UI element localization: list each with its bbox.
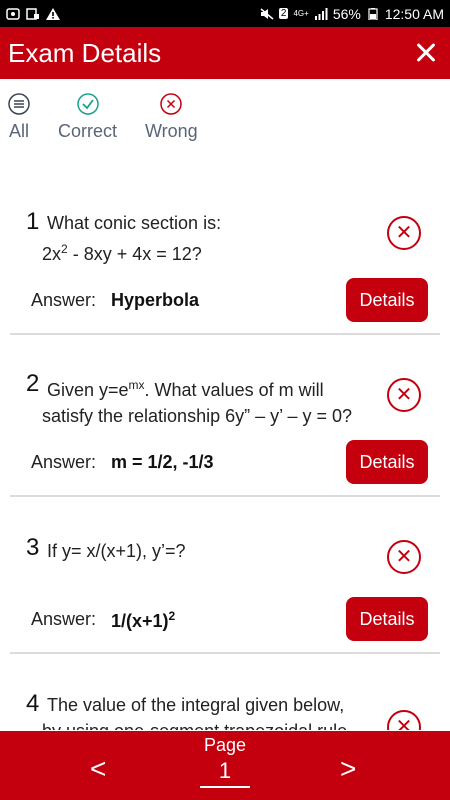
app-bar: Exam Details xyxy=(0,27,450,79)
question-card: 3 If y= x/(x+1), y’=? ✕ Answer: 1/(x+1)2… xyxy=(10,530,440,660)
wrong-status-icon: ✕ xyxy=(387,540,421,574)
question-number: 1 xyxy=(26,208,40,235)
filter-tabs: All Correct Wrong xyxy=(0,88,450,158)
clock: 12:50 AM xyxy=(384,5,444,22)
divider xyxy=(10,333,440,335)
question-number: 4 xyxy=(26,690,40,717)
answer-value: m = 1/2, -1/3 xyxy=(111,452,214,472)
question-line: satisfy the relationship 6y” – y’ – y = … xyxy=(42,406,352,426)
divider xyxy=(10,652,440,654)
question-text: Given y=emx. What values of m will satis… xyxy=(42,372,352,429)
question-number: 3 xyxy=(26,534,40,561)
sim-badge: 2 xyxy=(278,8,289,19)
question-line: The value of the integral given below, xyxy=(47,695,345,715)
pagination-bar: < Page 1 > xyxy=(0,731,450,800)
tab-correct-label: Correct xyxy=(58,121,118,141)
question-text: If y= x/(x+1), y’=? xyxy=(42,538,186,564)
previous-page-button[interactable]: < xyxy=(90,753,106,785)
question-line: by using one-segment trapezoidal rule xyxy=(42,718,347,730)
question-card: 1 What conic section is: 2x2 - 8xy + 4x … xyxy=(10,206,440,336)
tab-correct[interactable]: Correct xyxy=(58,88,117,142)
question-card: 2 Given y=emx. What values of m will sat… xyxy=(10,368,440,498)
details-button[interactable]: Details xyxy=(346,597,428,641)
network-type: 4G+ xyxy=(293,8,309,18)
page-title: Exam Details xyxy=(8,37,162,68)
check-circle-icon xyxy=(76,93,99,115)
page-number-input[interactable]: 1 xyxy=(200,758,250,788)
question-card: 4 The value of the integral given below,… xyxy=(10,688,440,730)
question-text: The value of the integral given below, b… xyxy=(42,692,347,730)
question-line: 2x2 - 8xy + 4x = 12? xyxy=(42,242,202,264)
answer-label: Answer: xyxy=(31,452,97,472)
wrong-status-icon: ✕ xyxy=(387,216,421,250)
question-line: If y= x/(x+1), y’=? xyxy=(47,541,186,561)
tab-wrong-label: Wrong xyxy=(145,121,198,141)
list-icon xyxy=(8,93,30,115)
divider xyxy=(10,495,440,497)
details-button[interactable]: Details xyxy=(346,278,428,322)
x-circle-icon xyxy=(160,93,183,115)
tab-all-label: All xyxy=(8,121,29,141)
tab-all[interactable]: All xyxy=(8,88,30,142)
answer-label: Answer: xyxy=(31,609,97,629)
battery-icon xyxy=(368,7,378,20)
tab-wrong[interactable]: Wrong xyxy=(145,88,198,142)
page-label: Page xyxy=(203,735,247,755)
status-bar: 2 4G+ 56% 12:50 AM xyxy=(0,0,450,27)
question-list[interactable]: 1 What conic section is: 2x2 - 8xy + 4x … xyxy=(0,178,450,730)
next-page-button[interactable]: > xyxy=(340,753,356,785)
answer-value: Hyperbola xyxy=(111,290,200,310)
signal-icon xyxy=(314,7,328,20)
question-number: 2 xyxy=(26,370,40,397)
close-button[interactable] xyxy=(410,37,442,69)
wrong-status-icon: ✕ xyxy=(387,710,421,730)
details-button[interactable]: Details xyxy=(346,440,428,484)
wrong-status-icon: ✕ xyxy=(387,378,421,412)
wifi-hotspot-icon xyxy=(6,7,20,20)
warning-icon xyxy=(46,7,60,20)
mute-icon xyxy=(260,7,274,20)
question-line: What conic section is: xyxy=(47,213,222,233)
answer-value: 1/(x+1)2 xyxy=(111,609,176,631)
battery-percent: 56% xyxy=(332,5,361,22)
question-line: Given y=emx. What values of m will xyxy=(47,378,324,400)
screen-record-icon xyxy=(26,7,39,20)
question-text: What conic section is: 2x2 - 8xy + 4x = … xyxy=(42,210,221,267)
answer-label: Answer: xyxy=(31,290,97,310)
